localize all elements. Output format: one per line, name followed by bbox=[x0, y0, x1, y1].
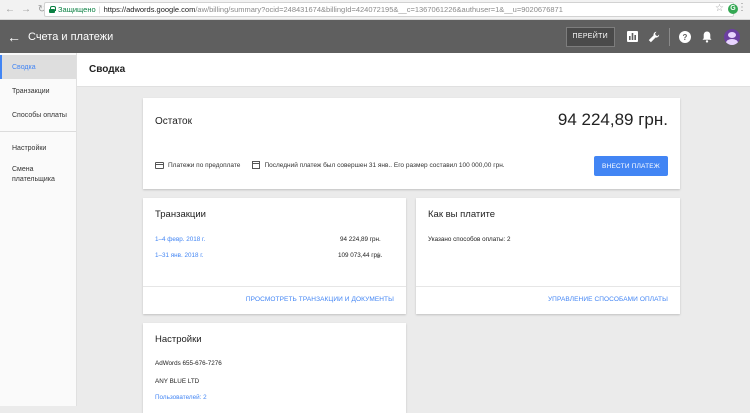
reports-icon[interactable] bbox=[621, 20, 643, 53]
address-bar[interactable]: Защищено | https://adwords.google.com/aw… bbox=[44, 2, 734, 17]
payment-info-row: Платежи по предоплате Последний платеж б… bbox=[155, 161, 505, 169]
manage-payment-methods-link[interactable]: УПРАВЛЕНИЕ СПОСОБАМИ ОПЛАТЫ bbox=[548, 296, 668, 303]
view-transactions-link[interactable]: ПРОСМОТРЕТЬ ТРАНЗАКЦИИ И ДОКУМЕНТЫ bbox=[246, 296, 394, 303]
transactions-card: Транзакции 1–4 февр. 2018 г. 94 224,89 г… bbox=[143, 198, 406, 314]
account-id: AdWords 655-676-7276 bbox=[155, 360, 222, 367]
transaction-period-link[interactable]: 1–31 янв. 2018 г. bbox=[155, 252, 204, 259]
sidebar-nav: Сводка Транзакции Способы оплаты Настрой… bbox=[0, 53, 77, 406]
url-path: /aw/billing/summary?ocid=248431674&billi… bbox=[195, 5, 563, 14]
notifications-bell-icon[interactable] bbox=[696, 20, 718, 53]
sidebar-item-transactions[interactable]: Транзакции bbox=[0, 79, 76, 103]
settings-card: Настройки AdWords 655-676-7276 ANY BLUE … bbox=[143, 323, 406, 413]
sidebar-item-summary[interactable]: Сводка bbox=[0, 55, 76, 79]
page-header: Сводка bbox=[77, 53, 750, 87]
sidebar-item-payment-methods[interactable]: Способы оплаты bbox=[0, 103, 76, 127]
forward-icon[interactable]: → bbox=[20, 4, 32, 16]
card-divider bbox=[143, 286, 406, 287]
balance-amount: 94 224,89 грн. bbox=[557, 110, 668, 129]
back-arrow-icon[interactable]: ← bbox=[0, 29, 28, 45]
url-host: https://adwords.google.com bbox=[103, 5, 196, 14]
svg-text:?: ? bbox=[683, 33, 688, 42]
header-divider bbox=[669, 27, 670, 46]
secure-label: Защищено bbox=[58, 5, 96, 14]
account-avatar[interactable] bbox=[724, 28, 740, 45]
sidebar-divider bbox=[0, 131, 76, 132]
url-separator: | bbox=[98, 5, 101, 14]
make-payment-button[interactable]: ВНЕСТИ ПЛАТЕЖ bbox=[594, 156, 668, 176]
how-you-pay-card: Как вы платите Указано способов оплаты: … bbox=[416, 198, 680, 314]
table-row: 1–31 янв. 2018 г. 109 073,44 грн. ⤓ bbox=[155, 250, 394, 260]
transaction-period-link[interactable]: 1–4 февр. 2018 г. bbox=[155, 236, 205, 243]
company-name: ANY BLUE LTD bbox=[155, 378, 200, 385]
sidebar-item-change-payer[interactable]: Смена плательщика bbox=[0, 160, 70, 190]
tools-wrench-icon[interactable] bbox=[643, 20, 665, 53]
settings-title: Настройки bbox=[155, 334, 202, 345]
last-payment-text: Последний платеж был совершен 31 янв.. Е… bbox=[264, 161, 505, 169]
prepay-label: Платежи по предоплате bbox=[168, 161, 241, 169]
back-icon[interactable]: ← bbox=[4, 4, 16, 16]
balance-label: Остаток bbox=[155, 116, 192, 127]
transactions-title: Транзакции bbox=[155, 209, 206, 220]
sidebar-item-settings[interactable]: Настройки bbox=[0, 136, 76, 160]
bookmark-star-icon[interactable]: ☆ bbox=[715, 3, 724, 14]
how-you-pay-title: Как вы платите bbox=[428, 209, 496, 220]
transaction-amount: 94 224,89 грн. bbox=[340, 235, 381, 243]
download-icon[interactable]: ⤓ bbox=[376, 251, 380, 261]
app-header: ← Счета и платежи ПЕРЕЙТИ ? bbox=[0, 20, 750, 53]
header-actions: ПЕРЕЙТИ ? bbox=[565, 20, 750, 53]
payment-methods-count: Указано способов оплаты: 2 bbox=[428, 236, 511, 243]
credit-card-icon bbox=[155, 161, 164, 169]
browser-menu-icon[interactable]: ⋮ bbox=[737, 3, 747, 13]
goto-button[interactable]: ПЕРЕЙТИ bbox=[565, 26, 615, 47]
card-divider bbox=[416, 286, 680, 287]
balance-card: Остаток 94 224,89 грн. Платежи по предоп… bbox=[143, 98, 680, 189]
calendar-icon bbox=[252, 161, 261, 169]
table-row: 1–4 февр. 2018 г. 94 224,89 грн. bbox=[155, 234, 394, 244]
users-link[interactable]: Пользователей: 2 bbox=[155, 394, 207, 401]
help-icon[interactable]: ? bbox=[674, 20, 696, 53]
page-title: Сводка bbox=[89, 64, 126, 75]
lock-icon bbox=[49, 6, 56, 13]
browser-toolbar: ← → ↻ Защищено | https://adwords.google.… bbox=[0, 0, 750, 20]
app-title: Счета и платежи bbox=[28, 30, 114, 43]
